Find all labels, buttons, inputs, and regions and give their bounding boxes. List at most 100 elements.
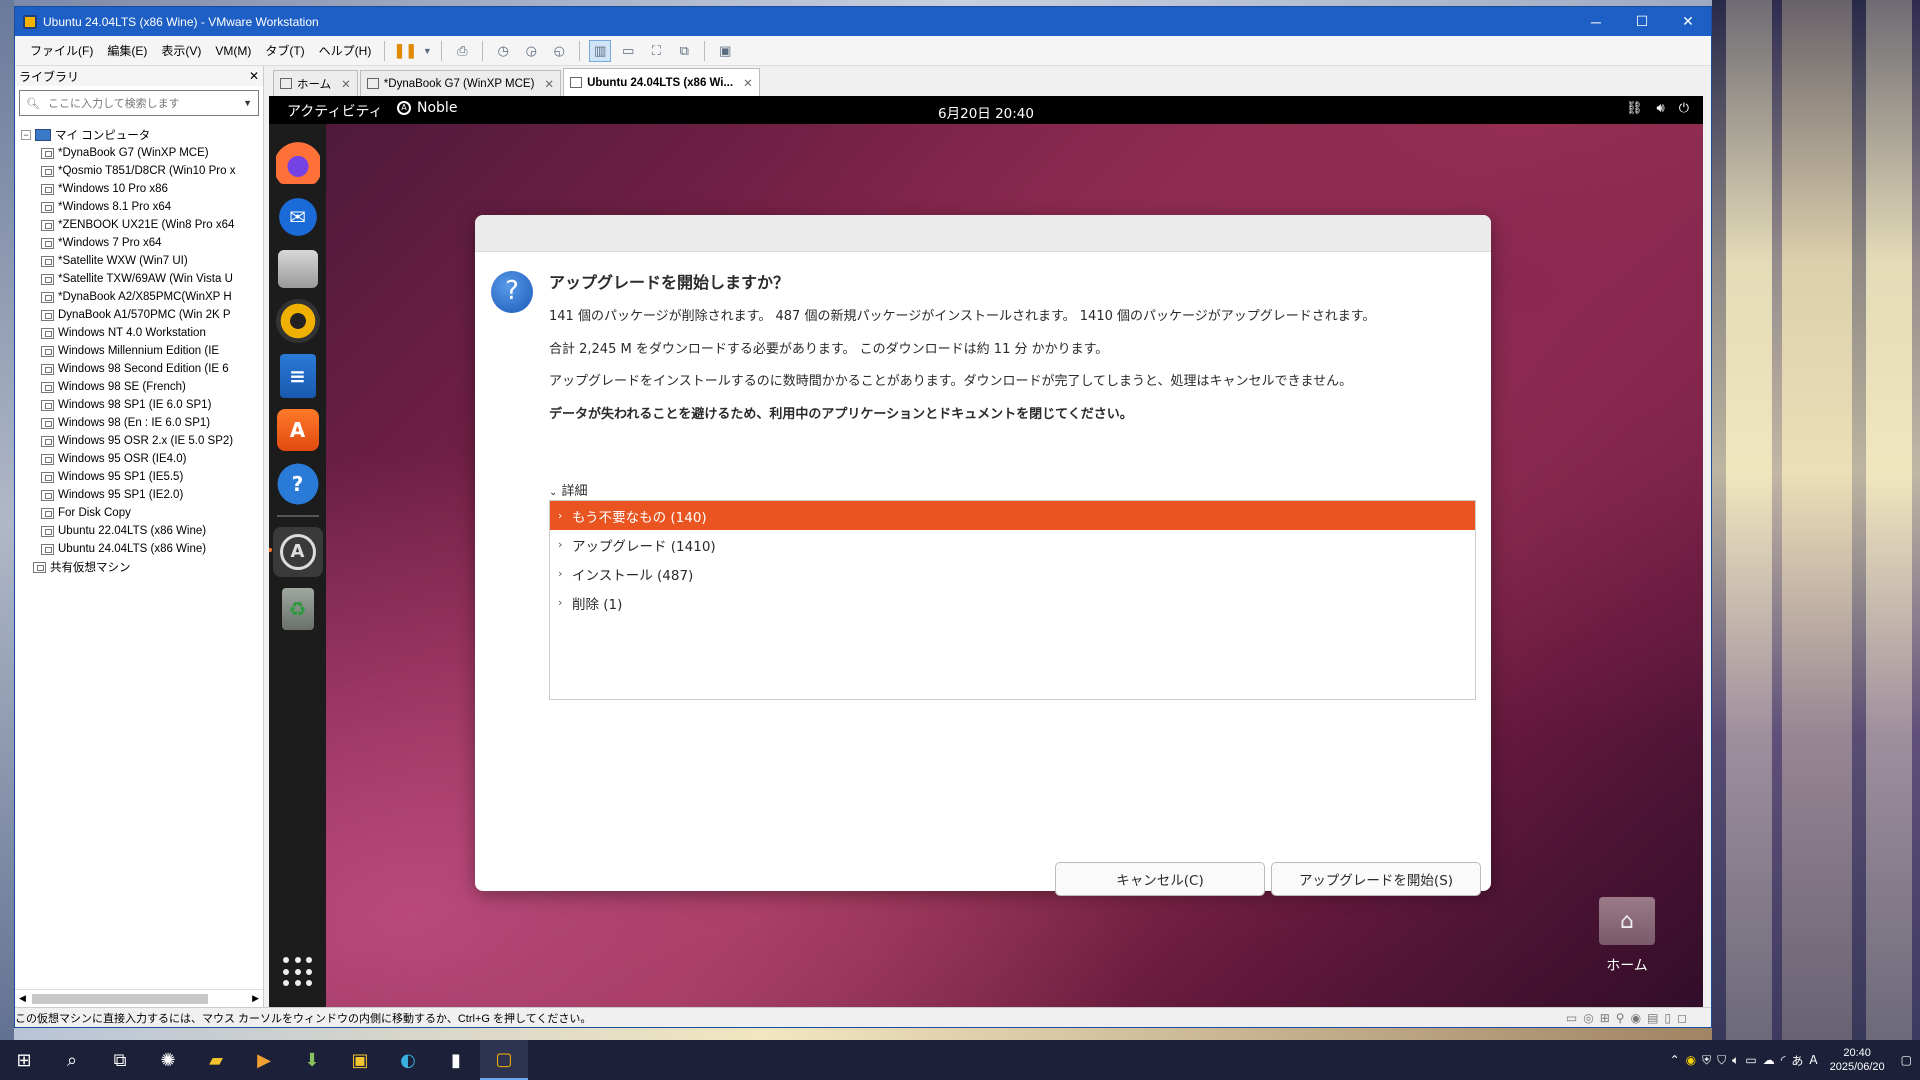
libreoffice-writer-icon[interactable]: ≡ <box>279 353 316 398</box>
unity-icon[interactable]: ⧉ <box>673 40 695 62</box>
tree-vm-item[interactable]: *DynaBook G7 (WinXP MCE) <box>21 144 263 162</box>
search-icon[interactable]: ⌕ <box>48 1040 96 1080</box>
scroll-thumb[interactable] <box>31 993 208 1004</box>
tree-vm-item[interactable]: Windows 98 SE (French) <box>21 378 263 396</box>
details-row-install[interactable]: › インストール (487) <box>550 559 1475 588</box>
printer-icon[interactable]: ▤ <box>1647 1011 1658 1025</box>
tree-vm-item[interactable]: Windows NT 4.0 Workstation <box>21 324 263 342</box>
dialog-header[interactable] <box>475 215 1491 252</box>
tree-vm-item[interactable]: *ZENBOOK UX21E (Win8 Pro x64 <box>21 216 263 234</box>
tab-dynabook[interactable]: *DynaBook G7 (WinXP MCE) ✕ <box>359 70 562 96</box>
vmware-taskbar-icon[interactable]: ▢ <box>480 1040 528 1080</box>
tab-ubuntu[interactable]: Ubuntu 24.04LTS (x86 Wi... ✕ <box>563 68 760 96</box>
tree-vm-item[interactable]: Windows 98 SP1 (IE 6.0 SP1) <box>21 396 263 414</box>
tree-vm-item[interactable]: *Qosmio T851/D8CR (Win10 Pro x <box>21 162 263 180</box>
ubuntu-guest-screen[interactable]: アクティビティ A Noble 6月20日 20:40 ⛓ 🔊︎ ⏻ ✉ ≡ A… <box>269 96 1703 1007</box>
tree-vm-item[interactable]: Windows 95 SP1 (IE2.0) <box>21 486 263 504</box>
tree-vm-item[interactable]: *Windows 8.1 Pro x64 <box>21 198 263 216</box>
snapshot-manager-icon[interactable]: ◵ <box>548 40 570 62</box>
volume-icon[interactable]: 🔈︎ <box>1732 1053 1739 1068</box>
tree-vm-item[interactable]: Windows Millennium Edition (IE <box>21 342 263 360</box>
app-center-icon[interactable]: A <box>276 408 319 451</box>
show-apps-icon[interactable] <box>283 957 313 987</box>
taskbar-clock[interactable]: 20:40 2025/06/20 <box>1830 1046 1885 1074</box>
ime-mode-icon[interactable]: A <box>1809 1053 1817 1067</box>
software-updater-icon[interactable]: A <box>269 526 323 577</box>
menu-file[interactable]: ファイル(F) <box>23 42 100 59</box>
scroll-left-icon[interactable]: ◀ <box>19 994 26 1004</box>
display-icon[interactable]: ▯ <box>1664 1011 1671 1025</box>
wifi-icon[interactable]: ◜ <box>1781 1053 1786 1067</box>
onedrive-icon[interactable]: ☁ <box>1763 1053 1775 1067</box>
thumbnail-bar-icon[interactable]: ▭ <box>617 40 639 62</box>
tree-vm-item[interactable]: *Windows 7 Pro x64 <box>21 234 263 252</box>
tree-vm-item[interactable]: Windows 95 OSR 2.x (IE 5.0 SP2) <box>21 432 263 450</box>
show-library-icon[interactable]: ▥ <box>589 39 612 62</box>
minimize-button[interactable]: ─ <box>1573 7 1619 36</box>
battery-icon[interactable]: ▭ <box>1745 1053 1756 1067</box>
chevron-down-icon[interactable]: ▼ <box>243 98 252 108</box>
message-log-icon[interactable]: ◻ <box>1677 1011 1687 1025</box>
hard-disk-icon[interactable]: ▭ <box>1566 1011 1577 1025</box>
notifications-icon[interactable]: ▢ <box>1901 1053 1912 1067</box>
workspace-indicator[interactable]: A Noble <box>397 100 457 116</box>
thunderbird-icon[interactable]: ✉ <box>275 194 320 239</box>
file-explorer-icon[interactable]: ▰ <box>192 1040 240 1080</box>
desktop-home-folder[interactable]: ⌂ ホーム <box>1587 897 1667 975</box>
edge-icon[interactable]: ◐ <box>384 1040 432 1080</box>
tree-vm-item[interactable]: Windows 95 SP1 (IE5.5) <box>21 468 263 486</box>
menu-view[interactable]: 表示(V) <box>154 42 208 59</box>
details-row-obsolete[interactable]: › もう不要なもの (140) <box>550 501 1475 530</box>
media-player-icon[interactable]: ▶ <box>240 1040 288 1080</box>
copilot-icon[interactable]: ✺ <box>144 1040 192 1080</box>
snapshot-icon[interactable]: ◷ <box>492 40 514 62</box>
trash-icon[interactable]: ♻ <box>281 587 314 630</box>
tree-vm-item[interactable]: Ubuntu 24.04LTS (x86 Wine) <box>21 540 263 558</box>
system-tray[interactable]: ⛓ 🔊︎ ⏻ <box>1626 101 1689 116</box>
scroll-right-icon[interactable]: ▶ <box>252 994 259 1004</box>
ime-indicator[interactable]: あ <box>1791 1052 1803 1069</box>
tree-vm-item[interactable]: *Satellite TXW/69AW (Win Vista U <box>21 270 263 288</box>
folder-icon[interactable]: ▣ <box>336 1040 384 1080</box>
activities-button[interactable]: アクティビティ <box>287 101 383 121</box>
files-icon[interactable] <box>277 249 318 288</box>
network-adapter-icon[interactable]: ⊞ <box>1600 1011 1610 1025</box>
title-bar[interactable]: Ubuntu 24.04LTS (x86 Wine) - VMware Work… <box>15 7 1711 36</box>
tree-vm-item[interactable]: Windows 95 OSR (IE4.0) <box>21 450 263 468</box>
menu-help[interactable]: ヘルプ(H) <box>312 42 379 59</box>
close-tab-icon[interactable]: ✕ <box>544 77 554 91</box>
maximize-button[interactable]: ☐ <box>1619 7 1665 36</box>
rhythmbox-icon[interactable] <box>275 298 320 343</box>
tree-vm-item[interactable]: For Disk Copy <box>21 504 263 522</box>
defender-icon[interactable]: ⛨ <box>1702 1053 1711 1068</box>
terminal-icon[interactable]: ▮ <box>432 1040 480 1080</box>
tree-vm-item[interactable]: Windows 98 Second Edition (IE 6 <box>21 360 263 378</box>
details-expander[interactable]: ⌄ 詳細 <box>549 480 588 499</box>
close-tab-icon[interactable]: ✕ <box>341 77 351 91</box>
tree-vm-item[interactable]: DynaBook A1/570PMC (Win 2K P <box>21 306 263 324</box>
pause-icon[interactable]: ❚❚ <box>394 40 417 62</box>
close-library-icon[interactable]: ✕ <box>249 69 259 83</box>
library-horizontal-scrollbar[interactable]: ◀ ▶ <box>15 989 263 1007</box>
start-upgrade-button[interactable]: アップグレードを開始(S) <box>1271 862 1481 896</box>
console-view-icon[interactable]: ▣ <box>714 40 736 62</box>
power-icon[interactable]: ⏻ <box>1679 101 1689 116</box>
menu-tab[interactable]: タブ(T) <box>258 42 311 59</box>
tree-vm-item[interactable]: *Windows 10 Pro x86 <box>21 180 263 198</box>
tree-vm-item[interactable]: Windows 98 (En : IE 6.0 SP1) <box>21 414 263 432</box>
tab-home[interactable]: ホーム ✕ <box>273 70 358 96</box>
tree-vm-item[interactable]: *Satellite WXW (Win7 UI) <box>21 252 263 270</box>
chevron-up-icon[interactable]: ⌃ <box>1670 1053 1680 1067</box>
help-icon[interactable]: ? <box>275 461 320 506</box>
volume-icon[interactable]: 🔊︎ <box>1657 101 1665 116</box>
start-button[interactable]: ⊞ <box>0 1040 48 1080</box>
sound-card-icon[interactable]: ◉ <box>1631 1011 1641 1025</box>
menu-vm[interactable]: VM(M) <box>208 44 258 58</box>
send-ctrl-alt-del-icon[interactable]: ⎙ <box>451 40 473 62</box>
gnome-clock[interactable]: 6月20日 20:40 <box>938 102 1034 122</box>
close-tab-icon[interactable]: ✕ <box>743 76 753 90</box>
library-search-input[interactable]: 🔍︎ ここに入力して検索します ▼ <box>19 90 259 116</box>
close-button[interactable]: ✕ <box>1665 7 1711 36</box>
dropdown-icon[interactable]: ▼ <box>422 40 432 62</box>
norton-icon[interactable]: ◉ <box>1686 1053 1696 1067</box>
